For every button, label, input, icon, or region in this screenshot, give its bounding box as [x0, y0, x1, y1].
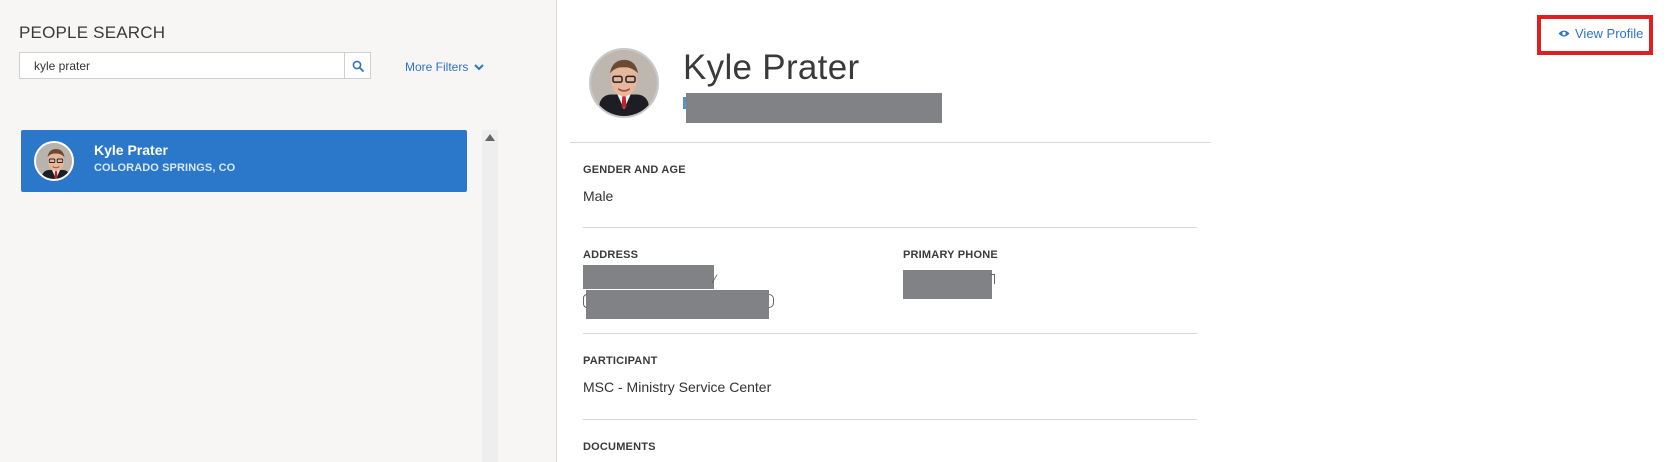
section-divider	[583, 419, 1197, 420]
redacted-block	[686, 93, 942, 123]
documents-label: DOCUMENTS	[583, 441, 656, 453]
address-label: ADDRESS	[583, 249, 639, 261]
section-divider	[583, 227, 1197, 228]
partial-glyph: ⁄	[714, 272, 717, 286]
search-button[interactable]	[344, 53, 370, 78]
view-profile-link[interactable]: View Profile	[1558, 26, 1643, 41]
gender-age-label: GENDER AND AGE	[583, 164, 686, 176]
redacted-block	[586, 290, 769, 319]
eye-icon	[1558, 30, 1570, 37]
search-input[interactable]	[20, 53, 344, 78]
participant-label: PARTICIPANT	[583, 355, 658, 367]
view-profile-label: View Profile	[1575, 26, 1644, 41]
more-filters-toggle[interactable]: More Filters	[405, 60, 485, 74]
result-location: COLORADO SPRINGS, CO	[94, 162, 236, 174]
scroll-up-arrow-icon[interactable]	[485, 134, 495, 141]
profile-name: Kyle Prater	[683, 48, 860, 87]
search-icon	[352, 60, 364, 72]
participant-value: MSC - Ministry Service Center	[583, 379, 772, 395]
primary-phone-label: PRIMARY PHONE	[903, 249, 998, 261]
avatar	[34, 141, 74, 181]
profile-avatar	[589, 48, 659, 118]
header-divider	[570, 142, 1211, 143]
results-scrollbar[interactable]	[482, 130, 498, 462]
search-box	[19, 52, 371, 79]
result-name: Kyle Prater	[94, 142, 168, 158]
chevron-down-icon	[474, 63, 485, 70]
section-divider	[583, 333, 1197, 334]
partial-glyph	[990, 274, 995, 284]
more-filters-label: More Filters	[405, 60, 469, 74]
partial-glyph	[583, 294, 587, 308]
gender-age-value: Male	[583, 188, 614, 204]
results-list: Kyle Prater COLORADO SPRINGS, CO	[21, 130, 467, 462]
redacted-block	[903, 270, 992, 299]
people-search-panel: PEOPLE SEARCH More Filters	[0, 0, 557, 462]
redacted-block	[583, 265, 714, 289]
result-card[interactable]: Kyle Prater COLORADO SPRINGS, CO	[21, 130, 467, 192]
panel-title: PEOPLE SEARCH	[19, 23, 166, 42]
